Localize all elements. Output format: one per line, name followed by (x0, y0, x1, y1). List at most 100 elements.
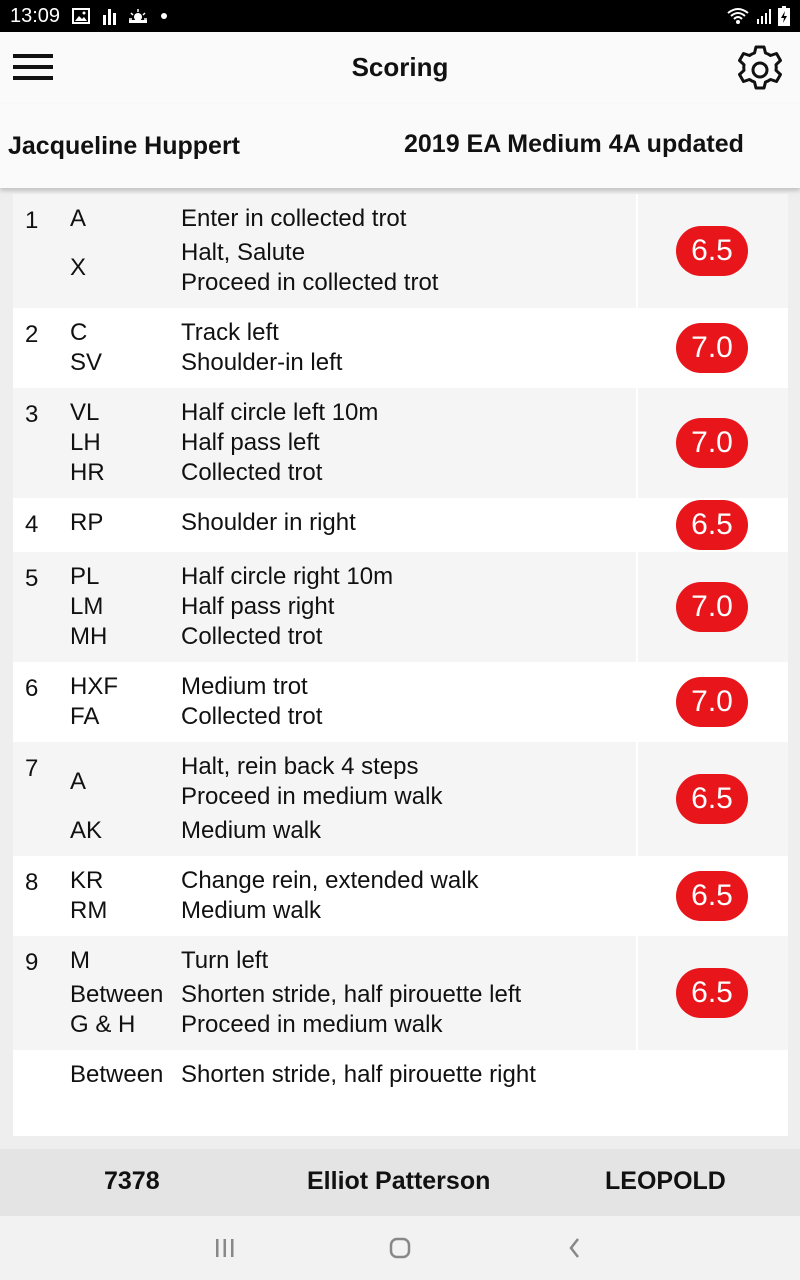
movement-description: Half pass left (181, 429, 320, 456)
movement-description: Half circle left 10m (181, 399, 379, 426)
movement-group: Between Shorten stride, half pirouette le… (70, 980, 636, 1040)
arena-letter: SV (70, 349, 103, 376)
movement-line: RP Shoulder in right (70, 508, 638, 538)
movement-line: LM Half pass right (70, 592, 636, 622)
weather-icon (128, 8, 148, 24)
movement-row[interactable]: Between Shorten stride, half pirouette ri… (13, 1050, 788, 1100)
score-badge[interactable]: 6.5 (676, 968, 748, 1018)
movement-details: 8 KR Change rein, extended walk RM Medium wa… (13, 856, 638, 936)
movement-row[interactable]: 7 A Halt, rein back 4 steps Proceed in medi… (13, 742, 788, 856)
movement-row[interactable]: 3 VL Half circle left 10m LH Half pass left H… (13, 388, 788, 498)
movement-description: Collected trot (181, 459, 323, 486)
score-badge[interactable]: 7.0 (676, 418, 748, 468)
movement-details: 1 A Enter in collected trot X Halt, Salute Pr… (13, 194, 638, 308)
arena-letter: PL (70, 563, 100, 590)
score-cell: 7.0 (638, 308, 788, 388)
movement-group: AK Medium walk (70, 816, 636, 846)
movement-lines: HXF Medium trot FA Collected trot (70, 672, 638, 732)
score-badge[interactable]: 7.0 (676, 323, 748, 373)
movement-description: Shoulder-in left (181, 349, 343, 376)
test-name: 2019 EA Medium 4A updated (404, 130, 744, 158)
movement-group: A Halt, rein back 4 steps Proceed in mediu… (70, 752, 636, 812)
home-icon[interactable] (380, 1230, 420, 1266)
score-cell (638, 1050, 788, 1100)
movement-row[interactable]: 5 PL Half circle right 10m LM Half pass righ… (13, 552, 788, 662)
movement-row[interactable]: 6 HXF Medium trot FA Collected trot 7.0 (13, 662, 788, 742)
arena-letter: G & H (70, 1011, 136, 1038)
arena-letter: A (70, 768, 87, 795)
arena-letter: KR (70, 867, 104, 894)
score-cell: 6.5 (638, 856, 788, 936)
movement-row[interactable]: 1 A Enter in collected trot X Halt, Salute Pr… (13, 194, 788, 308)
movement-description: Proceed in medium walk (181, 783, 443, 810)
movement-details: 5 PL Half circle right 10m LM Half pass righ… (13, 552, 638, 662)
score-badge[interactable]: 6.5 (676, 774, 748, 824)
movement-lines: A Halt, rein back 4 steps Proceed in mediu… (70, 752, 636, 846)
horse-name: LEOPOLD (605, 1167, 726, 1195)
movement-description: Enter in collected trot (181, 205, 407, 232)
movement-lines: M Turn left Between Shorten stride, half pi… (70, 946, 636, 1040)
movement-line: Between Shorten stride, half pirouette ri… (70, 1060, 638, 1090)
movement-lines: RP Shoulder in right (70, 508, 638, 542)
movement-line: PL Half circle right 10m (70, 562, 636, 592)
movement-description: Shoulder in right (181, 509, 356, 536)
app-bar: Scoring (0, 32, 800, 104)
movement-line: RM Medium walk (70, 896, 638, 926)
movement-row[interactable]: 4 RP Shoulder in right 6.5 (13, 498, 788, 552)
movement-lines: VL Half circle left 10m LH Half pass left HR… (70, 398, 636, 488)
movement-description: Shorten stride, half pirouette left (181, 981, 522, 1008)
arena-letter: VL (70, 399, 100, 426)
movement-description: Track left (181, 319, 279, 346)
score-badge[interactable]: 6.5 (676, 500, 748, 550)
movement-number: 2 (25, 321, 39, 348)
movement-number: 6 (25, 675, 39, 702)
movement-description: Medium trot (181, 673, 308, 700)
movement-description: Halt, Salute (181, 239, 306, 266)
movement-number: 7 (25, 755, 39, 782)
movement-description: Proceed in collected trot (181, 269, 439, 296)
movement-details: 9 M Turn left Between Shorten stride, half p… (13, 936, 638, 1050)
arena-letter: LM (70, 593, 104, 620)
movement-description: Medium walk (181, 897, 322, 924)
movement-group: VL Half circle left 10m LH Half pass left HR… (70, 398, 636, 488)
arena-letter: Between (70, 981, 164, 1008)
arena-letter: Between (70, 1061, 164, 1088)
movement-description: Collected trot (181, 703, 323, 730)
score-cell: 6.5 (638, 498, 788, 552)
movement-lines: C Track left SV Shoulder-in left (70, 318, 638, 378)
movement-line: FA Collected trot (70, 702, 638, 732)
movement-description: Change rein, extended walk (181, 867, 479, 894)
movement-lines: Between Shorten stride, half pirouette ri… (70, 1060, 638, 1090)
footer-rider-name: Elliot Patterson (307, 1167, 491, 1195)
movement-line: A Enter in collected trot (70, 204, 636, 234)
score-cell: 6.5 (638, 194, 788, 308)
movement-group: PL Half circle right 10m LM Half pass right… (70, 562, 636, 652)
score-cell: 7.0 (638, 388, 788, 498)
movement-group: Between Shorten stride, half pirouette ri… (70, 1060, 638, 1090)
back-icon[interactable] (555, 1230, 595, 1266)
movement-description: Half pass right (181, 593, 335, 620)
recent-apps-icon[interactable] (205, 1230, 245, 1266)
score-badge[interactable]: 7.0 (676, 677, 748, 727)
image-icon (72, 8, 91, 24)
movement-line: KR Change rein, extended walk (70, 866, 638, 896)
rider-name: Jacqueline Huppert (8, 132, 240, 160)
movement-number (13, 1060, 70, 1090)
score-badge[interactable]: 6.5 (676, 871, 748, 921)
score-badge[interactable]: 7.0 (676, 582, 748, 632)
movement-group: X Halt, Salute Proceed in collected trot (70, 238, 636, 298)
movement-row[interactable]: 2 C Track left SV Shoulder-in left 7.0 (13, 308, 788, 388)
gear-icon[interactable] (734, 42, 786, 94)
movement-details: 7 A Halt, rein back 4 steps Proceed in medi… (13, 742, 638, 856)
score-cell: 6.5 (638, 936, 788, 1050)
movement-row[interactable]: 8 KR Change rein, extended walk RM Medium wa… (13, 856, 788, 936)
movements-list[interactable]: 1 A Enter in collected trot X Halt, Salute Pr… (13, 194, 788, 1136)
arena-letter: RP (70, 509, 104, 536)
movement-row[interactable]: 9 M Turn left Between Shorten stride, half p… (13, 936, 788, 1050)
movement-details: 6 HXF Medium trot FA Collected trot (13, 662, 638, 742)
score-badge[interactable]: 6.5 (676, 226, 748, 276)
movement-number: 8 (25, 869, 39, 896)
arena-letter: AK (70, 817, 103, 844)
movement-group: C Track left SV Shoulder-in left (70, 318, 638, 378)
competitor-number: 7378 (104, 1167, 160, 1195)
